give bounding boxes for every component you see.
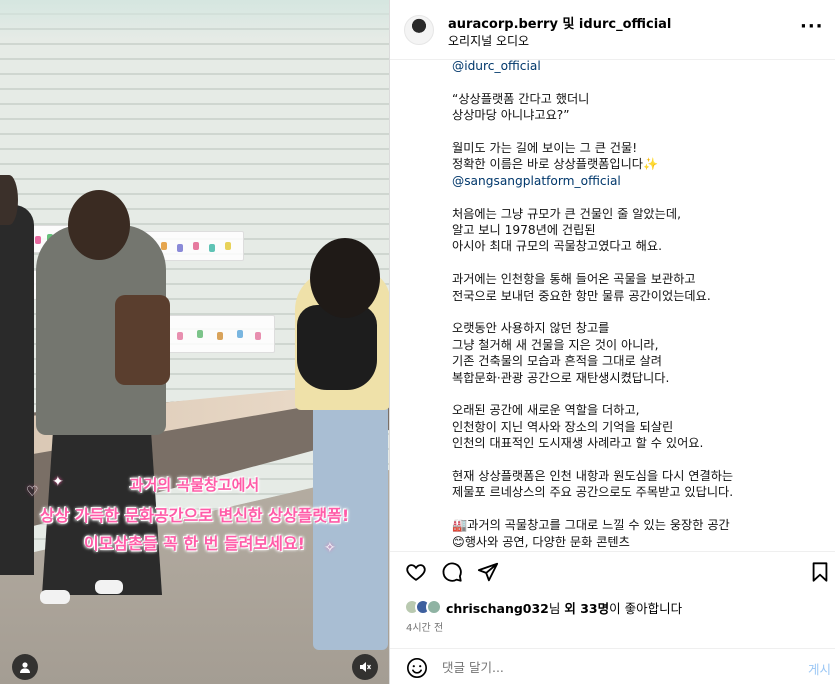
caption-line: 인천의 대표적인 도시재생 사례라고 할 수 있어요. xyxy=(452,436,704,451)
caption-line: 과거에는 인천항을 통해 들어온 곡물을 보관하고 xyxy=(452,272,696,287)
caption-paragraph: @idurc_official xyxy=(452,58,812,74)
comment-bar: 게시 xyxy=(390,648,835,684)
wall-top-light xyxy=(0,0,389,40)
avatar[interactable] xyxy=(404,15,434,45)
share-icon[interactable] xyxy=(476,560,500,584)
caption-paragraph: 현재 상상플랫폼은 인천 내항과 원도심을 다시 연결하는 제물포 르네상스의 주… xyxy=(452,468,812,501)
caption-line: 제물포 르네상스의 주요 공간으로도 주목받고 있답니다. xyxy=(452,485,734,500)
liker-username[interactable]: chrischang032 xyxy=(446,601,549,616)
video-caption-line: 상상 가득한 문화공간으로 변신한 상상플랫폼! xyxy=(39,506,350,525)
caption-line: 😊행사와 공연, 다양한 문화 콘텐츠 xyxy=(452,534,630,549)
caption-line: 상상마당 아니냐고요?” xyxy=(452,108,570,123)
likes-count[interactable]: 외 33명 xyxy=(564,601,609,616)
caption-paragraph: 과거에는 인천항을 통해 들어온 곡물을 보관하고 전국으로 보내던 중요한 항만… xyxy=(452,271,812,304)
caption-line: 월미도 가는 길에 보이는 그 큰 건물! xyxy=(452,141,638,155)
caption-line: 정확한 이름은 바로 상상플랫폼입니다✨ xyxy=(452,157,659,172)
visitor-bag xyxy=(115,295,170,385)
action-bar xyxy=(390,551,835,591)
bookmark-icon[interactable] xyxy=(808,560,832,584)
caption-paragraph: 오래된 공간에 새로운 역할을 더하고, 인천항이 지닌 역사와 장소의 기억을 … xyxy=(452,402,812,451)
caption-paragraph: 🏭과거의 곡물창고를 그대로 느낄 수 있는 웅장한 공간 😊행사와 공연, 다양… xyxy=(452,517,812,550)
user-tag-icon[interactable] xyxy=(12,654,38,680)
mention-link[interactable]: @sangsangplatform_official xyxy=(452,173,812,189)
likes-suffix: 이 좋아합니다 xyxy=(609,600,683,616)
post-panel: auracorp.berry 및 idurc_official 오리지널 오디오… xyxy=(389,0,835,684)
caption-line: “상상플랫폼 간다고 했더니 xyxy=(452,91,590,106)
caption-line: 복합문화·관광 공간으로 재탄생시켰답니다. xyxy=(452,370,670,385)
caption-line: 오래된 공간에 새로운 역할을 더하고, xyxy=(452,403,640,418)
post-accounts[interactable]: auracorp.berry 및 idurc_official xyxy=(448,13,671,32)
caption-line: 🏭과거의 곡물창고를 그대로 느낄 수 있는 웅장한 공간 xyxy=(452,518,730,533)
sparkle-icon: ✧ xyxy=(324,540,336,556)
liker-avatar[interactable] xyxy=(426,599,442,615)
sparkle-icon: ✦ xyxy=(52,474,64,490)
post-timestamp[interactable]: 4시간 전 xyxy=(406,619,443,634)
visitor-shoe xyxy=(40,590,70,604)
caption-paragraph: “상상플랫폼 간다고 했더니상상마당 아니냐고요?” xyxy=(452,91,812,124)
caption-line: 전국으로 보내던 중요한 항만 물류 공간이었는데요. xyxy=(452,288,711,303)
caption-line: 현재 상상플랫폼은 인천 내항과 원도심을 다시 연결하는 xyxy=(452,469,734,484)
visitor-shoe xyxy=(95,580,123,594)
visitor-head xyxy=(0,175,18,225)
comment-icon[interactable] xyxy=(440,560,464,584)
visitor-bag xyxy=(297,305,377,390)
visitor-head xyxy=(68,190,130,260)
post-caption: @idurc_official “상상플랫폼 간다고 했더니상상마당 아니냐고요?… xyxy=(452,58,812,550)
caption-line: 오랫동안 사용하지 않던 창고를 xyxy=(452,321,610,336)
heart-icon[interactable] xyxy=(404,560,428,584)
likes-mid: 님 xyxy=(548,600,565,616)
post-header: auracorp.berry 및 idurc_official 오리지널 오디오… xyxy=(390,0,835,60)
caption-paragraph: 처음에는 그냥 규모가 큰 건물인 줄 알았는데, 알고 보니 1978년에 건립… xyxy=(452,206,812,255)
caption-line: 처음에는 그냥 규모가 큰 건물인 줄 알았는데, xyxy=(452,206,681,221)
more-options-icon[interactable]: ··· xyxy=(800,16,824,37)
caption-paragraph: 월미도 가는 길에 보이는 그 큰 건물! 정확한 이름은 바로 상상플랫폼입니다… xyxy=(452,140,812,189)
likes-text: chrischang032님 외 33명이 좋아합니다 xyxy=(446,598,682,617)
likes-summary: chrischang032님 외 33명이 좋아합니다 xyxy=(404,596,682,618)
sparkle-icon: ♡ xyxy=(26,484,39,500)
caption-line: 기존 건축물의 모습과 흔적을 그대로 살려 xyxy=(452,354,662,369)
caption-line: 그냥 철거해 새 건물을 지은 것이 아니라, xyxy=(452,337,659,352)
audio-label[interactable]: 오리지널 오디오 xyxy=(448,32,529,49)
caption-line: 알고 보니 1978년에 건립된 xyxy=(452,223,596,238)
post-video[interactable]: 과거의 곡물창고에서 상상 가득한 문화공간으로 변신한 상상플랫폼! 이모삼촌… xyxy=(0,0,389,684)
caption-line: 아시아 최대 규모의 곡물창고였다고 해요. xyxy=(452,239,662,254)
post-comment-button[interactable]: 게시 xyxy=(808,659,831,678)
caption-paragraph: 오랫동안 사용하지 않던 창고를 그냥 철거해 새 건물을 지은 것이 아니라, 기… xyxy=(452,320,812,386)
comment-input[interactable] xyxy=(442,658,772,676)
mention-link[interactable]: @idurc_official xyxy=(452,58,812,74)
caption-line: 인천항이 지닌 역사와 장소의 기억을 되살린 xyxy=(452,419,674,434)
speaker-muted-icon[interactable] xyxy=(352,654,378,680)
visitor-head xyxy=(310,238,380,318)
emoji-icon[interactable] xyxy=(406,657,428,679)
